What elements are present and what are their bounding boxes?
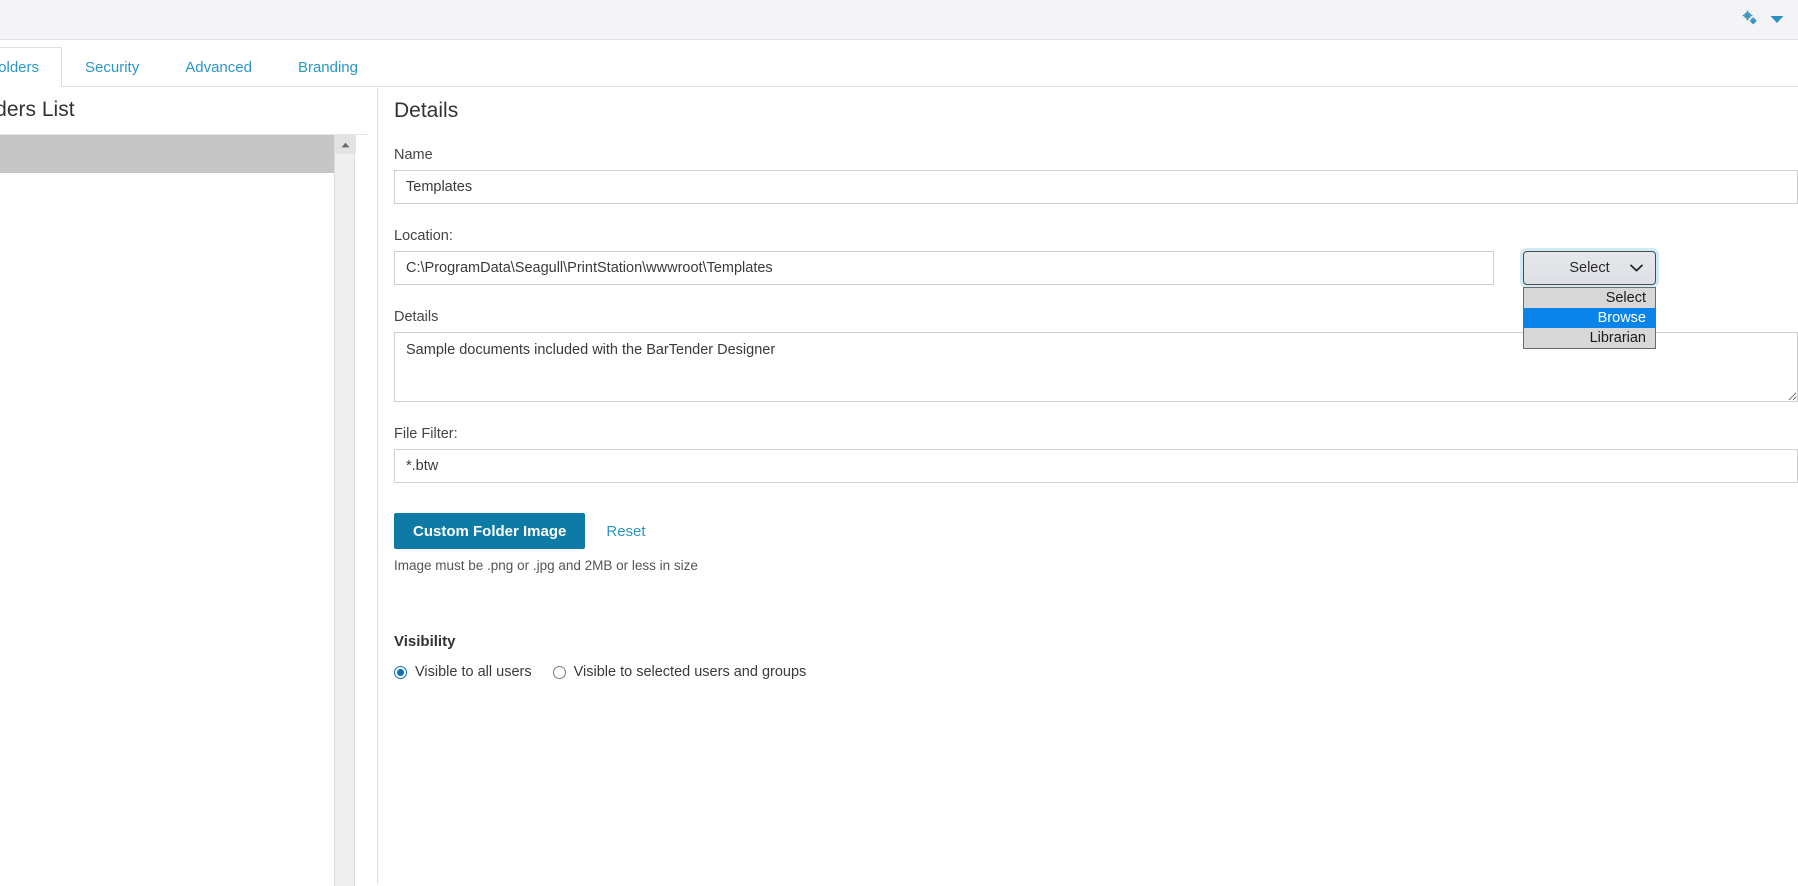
chevron-down-icon (1630, 260, 1643, 276)
location-source-select-wrapper: Select Select Browse Librarian (1523, 251, 1656, 350)
tab-folders-label: Folders (0, 58, 40, 76)
top-bar-actions (1740, 0, 1784, 40)
location-label: Location: (394, 228, 453, 245)
top-bar (0, 0, 1798, 40)
folders-list-title: Folders List (0, 98, 75, 121)
tab-advanced-label: Advanced (185, 59, 252, 76)
radio-indicator-selected (394, 665, 407, 679)
folders-list-pane: Folders List (0, 88, 378, 886)
option-browse[interactable]: Browse (1524, 308, 1655, 329)
location-row: Select Select Browse Librarian (394, 251, 1798, 350)
tab-advanced[interactable]: Advanced (162, 47, 275, 87)
image-actions-row: Custom Folder Image Reset (394, 513, 1798, 550)
image-helper-text: Image must be .png or .jpg and 2MB or le… (394, 558, 698, 574)
caret-up-icon[interactable] (335, 135, 356, 154)
radio-visible-selected-users-label: Visible to selected users and groups (573, 664, 807, 681)
list-item[interactable] (0, 135, 347, 173)
radio-visible-selected-users[interactable]: Visible to selected users and groups (552, 664, 807, 681)
radio-visible-all-users[interactable]: Visible to all users (394, 664, 532, 680)
reset-button[interactable]: Reset (606, 523, 645, 540)
file-filter-input[interactable] (394, 449, 1798, 484)
name-input[interactable] (394, 170, 1798, 205)
tab-security-label: Security (85, 59, 140, 76)
name-label: Name (394, 147, 433, 164)
radio-indicator (552, 665, 566, 679)
location-input[interactable] (394, 251, 1494, 286)
tab-strip: Folders Security Advanced Branding (0, 41, 1798, 87)
folders-list-scrollbar[interactable] (334, 135, 356, 886)
option-select[interactable]: Select (1524, 288, 1655, 309)
folders-list (0, 134, 368, 886)
visibility-title: Visibility (394, 633, 456, 651)
visibility-radio-group: Visible to all users Visible to selected… (394, 664, 1798, 680)
details-pane: Details Name Location: Select Select Bro… (379, 88, 1798, 884)
gears-icon[interactable] (1740, 9, 1760, 32)
radio-visible-all-users-label: Visible to all users (415, 664, 532, 681)
location-source-option-list: Select Browse Librarian (1523, 287, 1656, 350)
page-title: Details (394, 99, 459, 122)
tab-list: Folders Security Advanced Branding (0, 41, 381, 87)
tab-branding[interactable]: Branding (275, 47, 381, 87)
tab-folders[interactable]: Folders (0, 47, 63, 87)
location-source-select[interactable]: Select (1523, 251, 1656, 286)
location-source-select-value: Select (1569, 260, 1610, 277)
tab-branding-label: Branding (297, 59, 358, 76)
custom-folder-image-button[interactable]: Custom Folder Image (394, 513, 586, 550)
tab-security[interactable]: Security (62, 47, 162, 87)
chevron-down-icon[interactable] (1770, 11, 1784, 29)
option-librarian[interactable]: Librarian (1524, 328, 1655, 349)
file-filter-label: File Filter: (394, 426, 458, 443)
